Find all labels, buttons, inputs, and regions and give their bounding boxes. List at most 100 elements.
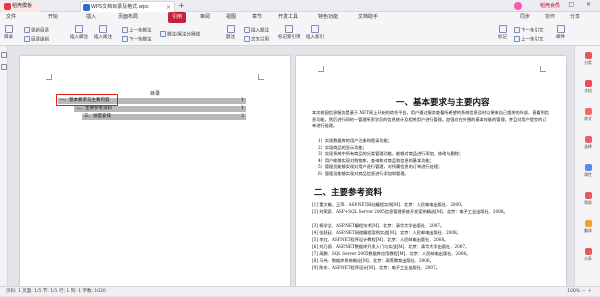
toc-level-dropdown[interactable]: 目录级别 [24, 36, 49, 43]
pane-select[interactable]: 选择 [575, 136, 600, 150]
menu-bar: 文件 开始 插入 页面布局 引用 审阅 视图 章节 开发工具 特色功能 文档助手… [0, 12, 600, 23]
list-item: 3）实现系统中所有商品的分类管理功能，能够对商品进行添加、修改与删除； [318, 151, 464, 157]
tab-home-label: 稻壳模板 [12, 3, 33, 9]
sync-button[interactable]: 同步 [520, 12, 530, 23]
cross-reference-button[interactable]: 交叉引用 [244, 36, 269, 43]
next-footnote-button[interactable]: 下一条脚注 [122, 36, 152, 43]
pane-help[interactable]: 帮助 [575, 192, 600, 206]
menu-review[interactable]: 审阅 [200, 12, 210, 23]
window-controls[interactable]: — □ ✕ [550, 1, 596, 8]
reference-item: [9] 陈东．ASP.NET程序设计[M]．北京：电子工业出版社．2007。 [312, 265, 440, 270]
prev-footnote-button[interactable]: 上一条脚注 [122, 27, 152, 34]
next-citation-button[interactable]: 下一条引文 [514, 27, 544, 34]
pane-styles[interactable]: 样式 [575, 108, 600, 122]
heading-1: 一、基本要求与主要内容 [396, 98, 490, 108]
caption-icon [226, 25, 235, 33]
footnote-icon [75, 25, 83, 33]
menu-section[interactable]: 章节 [252, 12, 262, 23]
margin-mark [540, 66, 546, 72]
insert-caption-icon [244, 27, 250, 33]
menu-references[interactable]: 引用 [168, 12, 187, 23]
margin-mark [318, 66, 324, 72]
pane-translate[interactable]: 翻译 [575, 220, 600, 234]
new-tab-button[interactable]: + [178, 1, 185, 11]
update-toc-button[interactable]: 更新目录 [24, 27, 49, 34]
reference-item: [7] 高鹏．SQL Server 2005数据库应用教程[M]．北京：人民邮电… [312, 251, 471, 256]
collaborate-button[interactable]: 协作 [545, 12, 555, 23]
reference-item: [1] 董文敏，王萍．ASP.NET网站编程实例[M]．北京：人民邮电出版社．2… [312, 202, 466, 207]
avatar[interactable] [514, 2, 522, 10]
translate-icon [584, 220, 592, 227]
index-icon [311, 25, 319, 33]
share-icon [584, 248, 592, 255]
right-task-pane: 分类 文档 样式 选择 属性 帮助 翻译 分享 [574, 46, 600, 286]
mark-entry-icon [285, 25, 294, 33]
close-icon[interactable]: × [166, 2, 171, 12]
pane-document[interactable]: 文档 [575, 80, 600, 94]
menu-view[interactable]: 视图 [226, 12, 236, 23]
insert-footnote-button[interactable]: 插入脚注 [70, 25, 88, 40]
caption-button[interactable]: 题注 [226, 25, 235, 40]
menu-home[interactable]: 开始 [48, 12, 58, 23]
endnote-icon [99, 25, 107, 33]
docer-logo-icon [4, 3, 11, 10]
page-toc: 目录 一、基本要求与主要内容 1 二、主要参考资料 1 三、进度安排 2 [20, 56, 290, 286]
classify-icon [584, 52, 592, 59]
tab-home[interactable]: 稻壳模板 [2, 1, 40, 12]
margin-mark [46, 74, 52, 80]
mail-icon [556, 25, 565, 33]
document-icon [584, 80, 592, 87]
mark-entry-button[interactable]: 标记索引项 [278, 25, 301, 40]
down-arrow-icon [122, 36, 128, 42]
mark-citation-button[interactable]: 标记 [498, 25, 507, 40]
list-item: 6）管理员能够实现对商品信息进行添加和管理。 [318, 171, 409, 176]
list-item: 4）用户能够实现对购物车，查询和对商品和信息的基本功能； [318, 157, 434, 163]
footnote-separator-button[interactable]: 脚注/尾注分隔线 [160, 31, 200, 38]
pane-properties[interactable]: 属性 [575, 164, 600, 178]
reference-item: [3] 杨学全．ASP.NET编程技术[M]．北京：清华大学出版社．2007。 [312, 223, 445, 228]
bookmark-icon[interactable] [1, 64, 7, 70]
prev-icon [514, 36, 520, 42]
pane-share[interactable]: 分享 [575, 248, 600, 262]
intro-paragraph: 本次校园信息服务是基于.NET网上开始的综合平台，用户通过服务查看所希望的系统信… [312, 110, 549, 129]
page-content: 一、基本要求与主要内容 本次校园信息服务是基于.NET网上开始的综合平台，用户通… [296, 56, 566, 286]
status-bar: 页码: 1 页面: 1/5 节: 1/1 行: 1 列: 1 字数: 1020 … [0, 286, 600, 296]
separator-icon [160, 31, 166, 37]
mail-merge-button[interactable]: 邮件 [556, 25, 565, 40]
list-icon [24, 36, 30, 42]
list-item: 5）管理员能够实现对用户进行管理，对所属信息的订单进行处理； [318, 164, 443, 170]
insert-caption-button[interactable]: 插入题注 [244, 27, 269, 34]
toc-entry[interactable]: 二、主要参考资料 1 [74, 106, 246, 112]
tab-bar: 稻壳模板 WPS文档目录及格式.wps × + 稻壳会员 — □ ✕ [0, 0, 600, 12]
insert-index-button[interactable]: 插入索引 [306, 25, 324, 40]
menu-doc-assistant[interactable]: 文档助手 [358, 12, 378, 23]
reference-item: [6] 刘乃丽．ASP.NET数据库开发入门与实战[M]．北京：清华大学出版社．… [312, 244, 470, 249]
prev-citation-button[interactable]: 上一条引文 [514, 36, 544, 43]
wps-writer-icon [83, 4, 90, 11]
help-icon [584, 192, 592, 199]
menu-file[interactable]: 文件 [6, 12, 16, 23]
next-icon [514, 27, 520, 33]
reference-item: [4] 张跃廷．ASP.NET网络编程案例实战[M]．北京：人民邮电出版社．20… [312, 230, 461, 235]
cross-ref-icon [244, 36, 250, 42]
mark-icon [498, 25, 507, 33]
menu-features[interactable]: 特色功能 [318, 12, 338, 23]
tab-document[interactable]: WPS文档目录及格式.wps × [80, 1, 175, 12]
toc-button[interactable]: 目录 [4, 25, 13, 40]
pane-classify[interactable]: 分类 [575, 52, 600, 66]
left-nav-bar [0, 46, 8, 286]
reference-item: [8] 马伟．数据库系统概论[M]．北京：高等教育出版社．2006。 [312, 258, 434, 263]
insert-endnote-button[interactable]: 插入尾注 [94, 25, 112, 40]
toc-entry[interactable]: 三、进度安排 2 [82, 114, 246, 120]
document-canvas[interactable]: 目录 一、基本要求与主要内容 1 二、主要参考资料 1 三、进度安排 2 一、基本要求… [8, 46, 574, 286]
menu-developer[interactable]: 开发工具 [278, 12, 298, 23]
menu-insert[interactable]: 插入 [86, 12, 96, 23]
outline-icon[interactable] [1, 52, 7, 58]
share-button[interactable]: 分享 [570, 12, 580, 23]
reference-item: [2] 刘荣泉．ASP+SQL Server 2005信息管理系统开发案例精选[… [312, 209, 508, 214]
reference-item: [5] 李红．ASP.NET程序设计教程[M]．北京：人民邮电出版社．2008。 [312, 237, 449, 242]
heading-2: 二、主要参考资料 [314, 188, 383, 198]
menu-page-layout[interactable]: 页面布局 [118, 12, 138, 23]
select-icon [584, 136, 592, 143]
up-arrow-icon [122, 27, 128, 33]
